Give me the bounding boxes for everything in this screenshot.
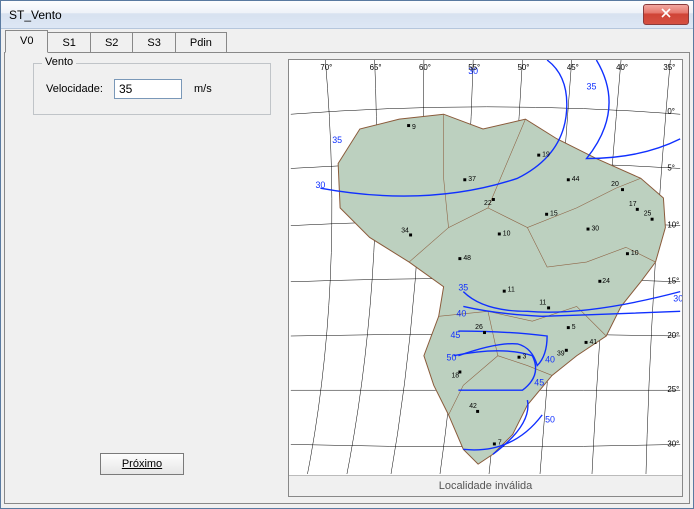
svg-text:17: 17 [629,201,637,208]
tab-v0[interactable]: V0 [5,30,48,53]
isoline-label: 45 [534,377,544,387]
tab-s2[interactable]: S2 [90,32,133,53]
velocidade-label: Velocidade: [46,83,108,95]
map-status-text: Localidade inválida [439,480,533,492]
tab-s1[interactable]: S1 [47,32,90,53]
lon-label: 60° [419,63,431,72]
isoline-label: 40 [545,355,555,365]
svg-text:41: 41 [589,339,597,346]
close-button[interactable] [643,4,689,25]
svg-text:30: 30 [591,226,599,233]
lon-label: 35° [663,63,675,72]
lat-label: 5° [667,163,675,172]
window-title: ST_Vento [9,8,643,22]
velocidade-input[interactable] [114,79,182,99]
svg-text:39: 39 [557,351,565,358]
isoline-label: 50 [545,415,555,425]
lat-label: 20° [667,331,679,340]
svg-text:26: 26 [475,324,483,331]
svg-text:34: 34 [401,228,409,235]
svg-text:5: 5 [572,324,576,331]
lat-label: 15° [667,277,679,286]
tab-strip: V0 S1 S2 S3 Pdin [1,31,693,53]
svg-text:37: 37 [468,176,476,183]
title-bar: ST_Vento [1,1,693,29]
svg-text:3: 3 [522,354,526,361]
svg-text:11: 11 [508,287,515,294]
svg-text:18: 18 [451,372,459,379]
svg-text:10: 10 [503,230,511,237]
isoline-label: 35 [587,82,597,92]
tab-s3[interactable]: S3 [132,32,175,53]
isoline-label: 30 [673,294,682,304]
svg-text:48: 48 [463,255,471,262]
vento-groupbox: Vento Velocidade: m/s [33,63,271,115]
svg-text:7: 7 [498,439,502,446]
lat-label: 10° [667,221,679,230]
vento-group-title: Vento [42,56,76,68]
velocidade-unit: m/s [194,83,212,95]
velocidade-row: Velocidade: m/s [34,64,270,99]
lon-label: 55° [468,63,480,72]
svg-text:10: 10 [631,250,639,257]
lat-label: 0° [667,107,675,116]
svg-text:9: 9 [412,124,416,131]
svg-text:24: 24 [602,278,610,285]
isoline-label: 40 [456,308,466,318]
svg-text:22: 22 [484,200,492,207]
svg-text:42: 42 [469,403,477,410]
app-window: ST_Vento V0 S1 S2 S3 Pdin Vento Velocida… [0,0,694,509]
lon-label: 50° [518,63,530,72]
lat-label: 30° [667,439,679,448]
isoline-label: 45 [451,330,461,340]
svg-text:15: 15 [550,211,558,218]
close-icon [661,8,671,21]
svg-text:11: 11 [539,299,546,306]
svg-text:44: 44 [572,176,580,183]
proximo-button[interactable]: Próximo [100,453,184,475]
wind-map[interactable]: 30 30 30 35 35 35 40 40 45 45 50 50 70° … [288,59,683,497]
lat-label: 25° [667,385,679,394]
isoline-label: 30 [315,180,325,190]
isoline-label: 50 [447,353,457,363]
lon-label: 45° [567,63,579,72]
svg-text:25: 25 [644,211,652,218]
map-status-bar: Localidade inválida [289,475,682,496]
lon-label: 70° [320,63,332,72]
brazil-isopleth-map-icon: 30 30 30 35 35 35 40 40 45 45 50 50 70° … [289,60,682,474]
svg-text:19: 19 [542,152,550,159]
isoline-label: 35 [332,135,342,145]
lon-label: 40° [616,63,628,72]
tab-panel-v0: Vento Velocidade: m/s Próximo [4,52,690,504]
lon-label: 65° [370,63,382,72]
tab-pdin[interactable]: Pdin [175,32,227,53]
svg-text:20: 20 [611,181,619,188]
isoline-label: 35 [458,283,468,293]
